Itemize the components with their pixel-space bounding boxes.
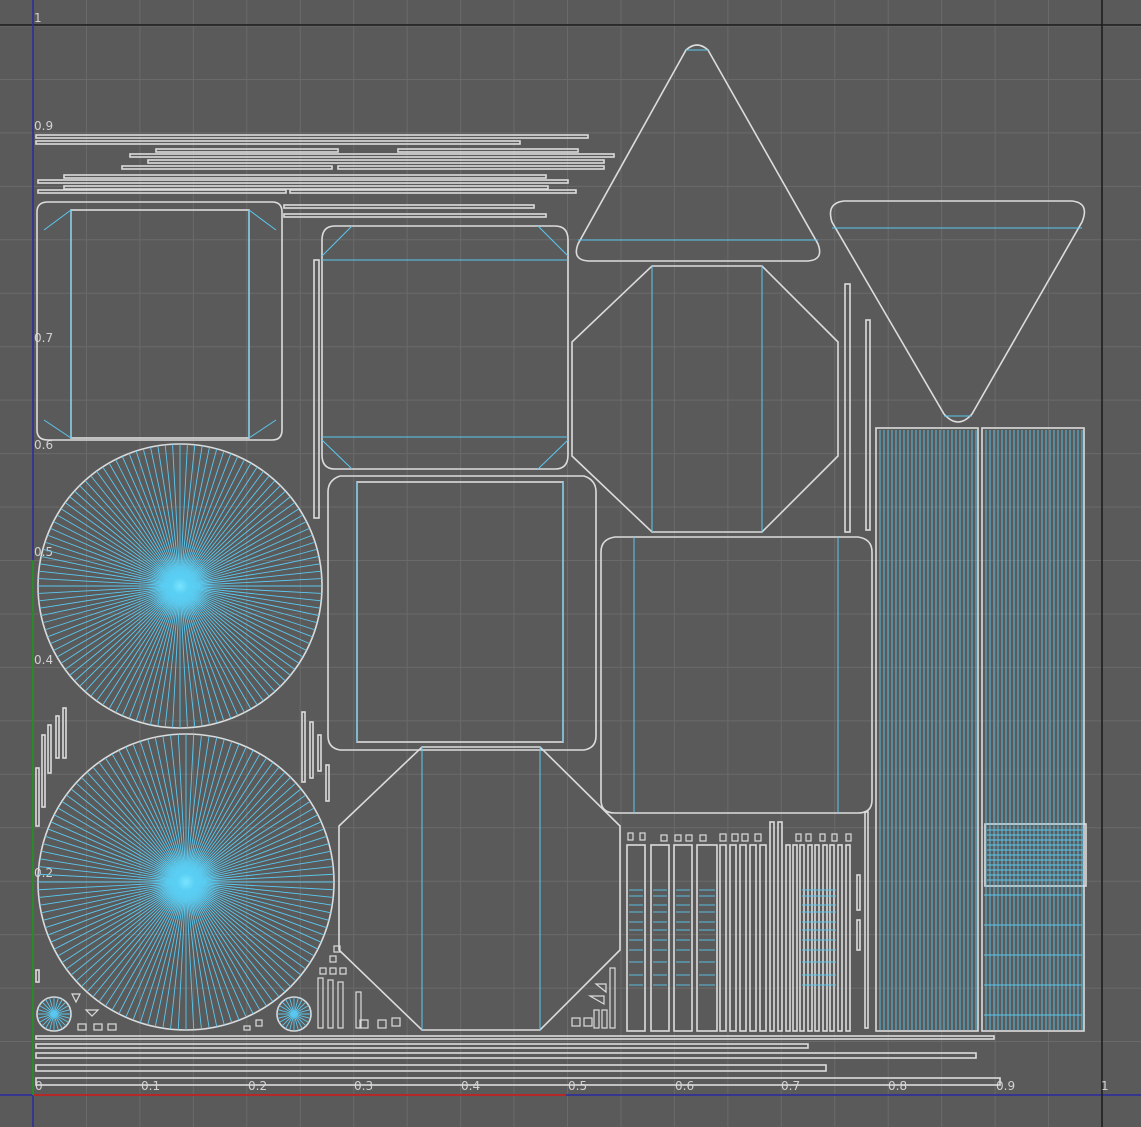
u-label-0.7: 0.7 — [781, 1079, 800, 1093]
u-label-0.8: 0.8 — [888, 1079, 907, 1093]
disc-center-glow-lower — [150, 846, 222, 918]
v-label-0.9: 0.9 — [34, 119, 53, 133]
u-label-0.1: 0.1 — [141, 1079, 160, 1093]
uv-shell-triangle-up[interactable] — [575, 44, 821, 262]
uv-shell-rounded-square-right[interactable] — [600, 536, 873, 814]
u-label-0.2: 0.2 — [248, 1079, 267, 1093]
uv-shell-strips-top[interactable] — [35, 134, 615, 218]
u-axis-labels: 0 0.1 0.2 0.3 0.4 0.5 0.6 0.7 0.8 0.9 1 — [35, 1079, 1109, 1093]
uv-shell-octagon-upper[interactable] — [571, 265, 839, 533]
uv-shell-rounded-square-top[interactable] — [321, 225, 569, 470]
uv-shell-octagon-lower[interactable] — [338, 746, 621, 1031]
uv-shell-slats[interactable] — [626, 811, 869, 1032]
uv-editor-viewport[interactable]: 1 0.9 0.7 0.6 0.5 0.4 0.2 0 0.1 0.2 0.3 … — [0, 0, 1141, 1127]
v-label-1: 1 — [34, 11, 42, 25]
u-label-1: 1 — [1101, 1079, 1109, 1093]
uv-shell-column-a[interactable] — [875, 427, 979, 1032]
u-label-0.6: 0.6 — [675, 1079, 694, 1093]
u-label-0.9: 0.9 — [996, 1079, 1015, 1093]
u-label-0.4: 0.4 — [461, 1079, 480, 1093]
uv-interior-edges — [37, 430, 1084, 1031]
uv-shell-strips-bottom[interactable] — [35, 1035, 1001, 1086]
uv-shell-rounded-square-small[interactable] — [36, 201, 283, 441]
uv-canvas[interactable]: 1 0.9 0.7 0.6 0.5 0.4 0.2 0 0.1 0.2 0.3 … — [0, 0, 1141, 1127]
disc-center-glow-upper — [146, 552, 214, 620]
v-label-0.4: 0.4 — [34, 653, 53, 667]
u-label-0.5: 0.5 — [568, 1079, 587, 1093]
u-label-0.3: 0.3 — [354, 1079, 373, 1093]
uv-shell-triangle-down[interactable] — [829, 200, 1086, 423]
uv-shell-column-b[interactable] — [981, 427, 1085, 1032]
uv-shell-rounded-square-middle[interactable] — [327, 475, 597, 751]
